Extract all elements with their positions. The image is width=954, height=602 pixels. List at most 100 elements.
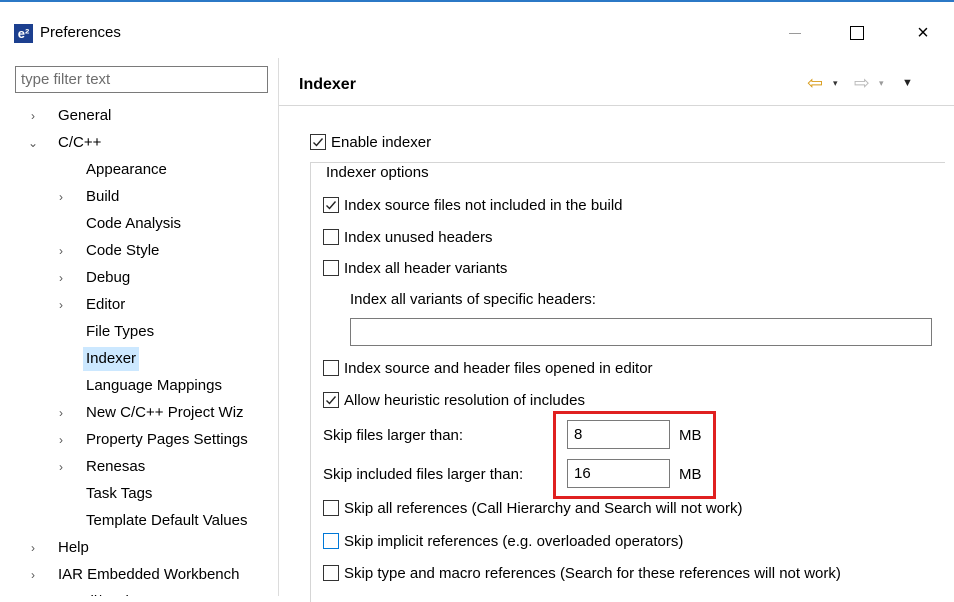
- app-logo-icon: e²: [14, 24, 33, 43]
- chevron-right-icon[interactable]: ›: [26, 536, 40, 560]
- tree-item-iar-embedded-workbench[interactable]: › IAR Embedded Workbench: [30, 563, 280, 587]
- annotation-highlight-box: [553, 411, 716, 499]
- tree-item-general[interactable]: › General: [30, 104, 280, 128]
- tree-item-label: Install/Update: [55, 590, 153, 596]
- checkbox-box[interactable]: [323, 360, 339, 376]
- tree-item-file-types[interactable]: File Types: [58, 320, 280, 344]
- tree-item-label: C/C++: [58, 134, 102, 151]
- tree-item-label: Property Pages Settings: [86, 431, 248, 448]
- tree-item-label: Build: [86, 188, 120, 205]
- skip-type-macro-references-checkbox[interactable]: Skip type and macro references (Search f…: [323, 562, 841, 584]
- tree-item-property-pages-settings[interactable]: › Property Pages Settings: [58, 428, 280, 452]
- tree-item-label: File Types: [86, 323, 155, 340]
- chevron-right-icon[interactable]: ›: [54, 455, 68, 479]
- index-all-header-variants-checkbox[interactable]: Index all header variants: [323, 257, 507, 279]
- heuristic-includes-checkbox[interactable]: Allow heuristic resolution of includes: [323, 389, 585, 411]
- close-button[interactable]: ×: [908, 20, 938, 46]
- title-bar: e² Preferences ×: [0, 2, 954, 58]
- checkbox-box[interactable]: [310, 134, 326, 150]
- tree-item-renesas[interactable]: › Renesas: [58, 455, 280, 479]
- tree-item-label: Task Tags: [86, 485, 153, 502]
- view-menu-icon[interactable]: ▼: [902, 72, 913, 94]
- tree-item-indexer[interactable]: Indexer: [58, 347, 280, 371]
- tree-item-appearance[interactable]: Appearance: [58, 158, 280, 182]
- back-history-dropdown-icon[interactable]: ▾: [833, 72, 838, 94]
- page-header: Indexer ⇦ ▾ ⇨ ▾ ▼: [279, 58, 954, 106]
- checkbox-label: Skip implicit references (e.g. overloade…: [344, 532, 684, 550]
- specific-headers-label: Index all variants of specific headers:: [350, 291, 596, 308]
- chevron-right-icon[interactable]: ›: [26, 563, 40, 587]
- tree-item-language-mappings[interactable]: Language Mappings: [58, 374, 280, 398]
- chevron-down-icon[interactable]: ⌄: [26, 131, 40, 155]
- checkbox-box[interactable]: [323, 260, 339, 276]
- checkbox-label: Enable indexer: [331, 133, 432, 151]
- checkbox-box[interactable]: [323, 533, 339, 549]
- preferences-tree: › General ⌄ C/C++ Appearance › Build Code Analy…: [0, 102, 280, 596]
- tree-item-new-c-c-project-wiz[interactable]: › New C/C++ Project Wiz: [58, 401, 280, 425]
- checkmark-icon: [326, 396, 337, 405]
- close-icon: ×: [917, 21, 929, 44]
- index-unused-headers-checkbox[interactable]: Index unused headers: [323, 226, 492, 248]
- tree-item-label: Template Default Values: [86, 512, 248, 529]
- tree-item-code-analysis[interactable]: Code Analysis: [58, 212, 280, 236]
- tree-item-label: Help: [58, 539, 89, 556]
- chevron-right-icon[interactable]: ›: [54, 185, 68, 209]
- tree-item-task-tags[interactable]: Task Tags: [58, 482, 280, 506]
- skip-files-larger-label: Skip files larger than:: [323, 427, 464, 444]
- tree-item-template-default-values[interactable]: Template Default Values: [58, 509, 280, 533]
- chevron-right-icon[interactable]: ›: [26, 590, 40, 596]
- chevron-right-icon[interactable]: ›: [26, 104, 40, 128]
- filter-input[interactable]: [15, 66, 268, 93]
- tree-item-debug[interactable]: › Debug: [58, 266, 280, 290]
- checkbox-label: Allow heuristic resolution of includes: [344, 391, 585, 409]
- skip-included-larger-label: Skip included files larger than:: [323, 466, 524, 483]
- tree-item-label: General: [58, 107, 112, 124]
- checkbox-box[interactable]: [323, 392, 339, 408]
- enable-indexer-checkbox[interactable]: Enable indexer: [310, 131, 431, 153]
- chevron-right-icon[interactable]: ›: [54, 428, 68, 452]
- chevron-right-icon[interactable]: ›: [54, 293, 68, 317]
- checkmark-icon: [326, 201, 337, 210]
- checkbox-label: Index source and header files opened in …: [344, 359, 653, 377]
- checkmark-icon: [313, 138, 324, 147]
- tree-item-label: IAR Embedded Workbench: [58, 566, 240, 583]
- checkbox-box[interactable]: [323, 229, 339, 245]
- page-title: Indexer: [299, 76, 356, 93]
- tree-item-label: Code Analysis: [86, 215, 182, 232]
- tree-item-label: Renesas: [86, 458, 146, 475]
- checkbox-box[interactable]: [323, 500, 339, 516]
- skip-all-references-checkbox[interactable]: Skip all references (Call Hierarchy and …: [323, 497, 742, 519]
- index-opened-in-editor-checkbox[interactable]: Index source and header files opened in …: [323, 357, 653, 379]
- tree-item-build[interactable]: › Build: [58, 185, 280, 209]
- tree-item-help[interactable]: › Help: [30, 536, 280, 560]
- checkbox-box[interactable]: [323, 197, 339, 213]
- tree-item-label: Appearance: [86, 161, 167, 178]
- back-arrow-icon[interactable]: ⇦: [807, 72, 823, 94]
- window-title: Preferences: [40, 24, 121, 41]
- checkbox-box[interactable]: [323, 565, 339, 581]
- tree-item-label: Language Mappings: [86, 377, 222, 394]
- checkbox-label: Skip type and macro references (Search f…: [344, 564, 841, 582]
- checkbox-label: Index source files not included in the b…: [344, 196, 623, 214]
- minimize-button[interactable]: [780, 20, 810, 46]
- forward-arrow-icon[interactable]: ⇨: [854, 72, 870, 94]
- checkbox-label: Index unused headers: [344, 228, 493, 246]
- forward-history-dropdown-icon[interactable]: ▾: [879, 72, 884, 94]
- maximize-button[interactable]: [842, 20, 872, 46]
- minimize-icon: [789, 32, 801, 34]
- chevron-right-icon[interactable]: ›: [54, 266, 68, 290]
- indexer-settings: Enable indexer Indexer options Index sou…: [279, 106, 954, 602]
- index-source-not-in-build-checkbox[interactable]: Index source files not included in the b…: [323, 194, 623, 216]
- tree-item-label: Debug: [86, 269, 131, 286]
- tree-item-label: New C/C++ Project Wiz: [86, 404, 244, 421]
- specific-headers-input[interactable]: [350, 318, 932, 346]
- skip-implicit-references-checkbox[interactable]: Skip implicit references (e.g. overloade…: [323, 530, 683, 552]
- chevron-right-icon[interactable]: ›: [54, 401, 68, 425]
- tree-item-c-c[interactable]: ⌄ C/C++: [28, 131, 280, 155]
- tree-item-install-update[interactable]: ›Install/Update: [30, 590, 280, 596]
- tree-item-label: Code Style: [86, 242, 160, 259]
- tree-item-code-style[interactable]: › Code Style: [58, 239, 280, 263]
- chevron-right-icon[interactable]: ›: [54, 239, 68, 263]
- tree-item-label: Editor: [86, 296, 126, 313]
- tree-item-editor[interactable]: › Editor: [58, 293, 280, 317]
